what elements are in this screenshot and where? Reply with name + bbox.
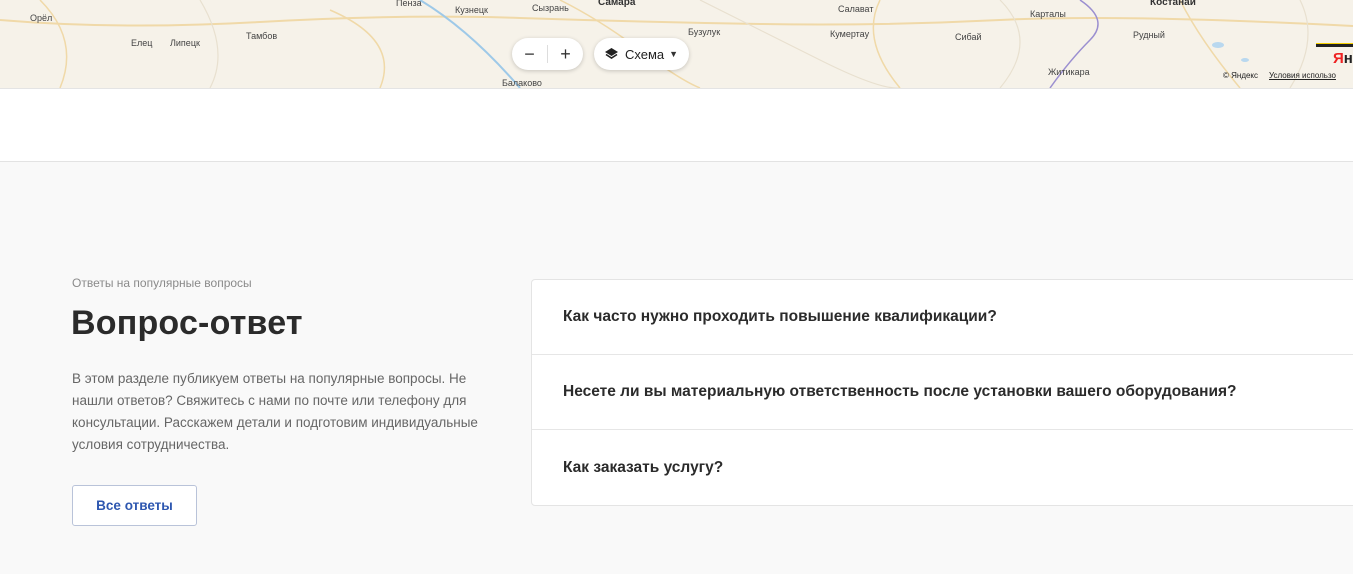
map-copyright: © Яндекс [1223,71,1259,80]
zoom-out-button[interactable]: − [512,38,547,70]
map-city-label: Балаково [502,78,542,88]
section-description: В этом разделе публикуем ответы на попул… [72,371,478,452]
map-city-label: Бузулук [688,27,721,37]
map-city-label: Салават [838,4,874,14]
map-city-label: Самара [598,0,636,8]
map-city-label: Кумертау [830,29,870,39]
faq-question[interactable]: Как часто нужно проходить повышение квал… [532,280,1353,355]
map-city-label: Елец [131,38,153,48]
section-eyebrow: Ответы на популярные вопросы [72,276,252,290]
faq-list: Как часто нужно проходить повышение квал… [531,279,1353,506]
page-title: Вопрос-ответ [71,304,303,342]
faq-question[interactable]: Несете ли вы материальную ответственност… [532,355,1353,430]
map-layer-dropdown[interactable]: Схема ▼ [594,38,689,70]
spacer-band [0,89,1353,162]
faq-question[interactable]: Как заказать услугу? [532,430,1353,505]
map-zoom-controls: − + [512,38,583,70]
chevron-down-icon: ▼ [669,49,679,59]
map-city-label: Липецк [170,38,200,48]
map-scale-bar [1316,43,1353,47]
map-city-label: Сызрань [532,3,569,13]
layers-icon [604,47,619,61]
yandex-logo[interactable]: Ян [1333,50,1353,67]
map-city-label: Орёл [30,13,53,23]
map-city-label: Костанай [1150,0,1196,8]
map-city-label: Кузнецк [455,5,488,15]
map-city-label: Карталы [1030,9,1066,19]
map-city-label: Житикара [1048,67,1090,77]
map-city-label: Пенза [396,0,422,8]
zoom-in-button[interactable]: + [548,38,583,70]
map-city-label: Сибай [955,32,982,42]
map-terms-link[interactable]: Условия использо [1269,71,1336,80]
map-city-label: Тамбов [246,31,278,41]
all-answers-button[interactable]: Все ответы [72,485,197,526]
map[interactable]: Орёл Елец Липецк Тамбов Пенза Кузнецк Сы… [0,0,1353,89]
map-layer-label: Схема [625,46,665,62]
map-city-label: Рудный [1133,30,1165,40]
